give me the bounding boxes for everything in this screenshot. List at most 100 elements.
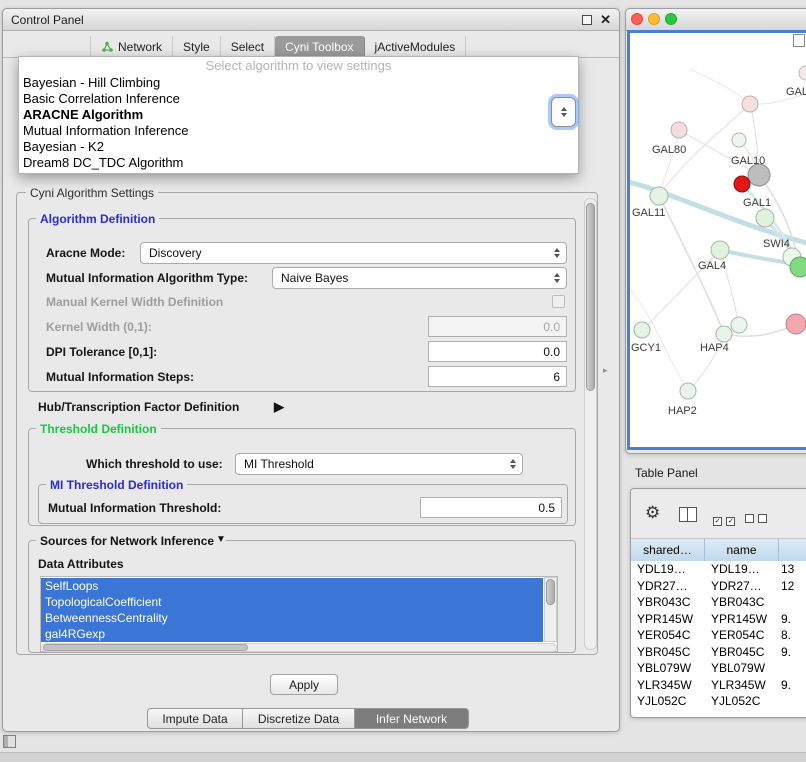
dropdown-item[interactable]: Dream8 DC_TDC Algorithm — [19, 155, 578, 171]
table-row[interactable]: YBR043CYBR043C — [631, 594, 806, 611]
node-label: GAL4 — [698, 260, 726, 272]
column-header-name[interactable]: name — [705, 539, 779, 561]
table-row[interactable]: YBL079WYBL079W — [631, 660, 806, 677]
data-attributes-label: Data Attributes — [38, 557, 124, 571]
table-body: YDL19…YDL19…13 YDR27…YDR27…12 YBR043CYBR… — [631, 561, 806, 717]
mi-steps-field[interactable] — [428, 366, 567, 387]
algorithm-dropdown-popup: Select algorithm to view settings Bayesi… — [18, 56, 579, 174]
network-canvas[interactable]: GAL80 GAL10 GAL11 GAL1 SWI4 GAL4 GCY1 HA… — [627, 30, 806, 450]
dropdown-item-selected[interactable]: ARACNE Algorithm — [19, 107, 578, 123]
hide-columns-icon[interactable] — [745, 510, 767, 528]
expand-panel-icon[interactable] — [3, 735, 16, 748]
tab-jactivemodules[interactable]: jActiveModules — [365, 36, 467, 58]
table-toolbar: ⚙ ✓ ✓ — [631, 489, 806, 539]
collapse-arrow-icon[interactable]: ▶ — [274, 399, 284, 415]
list-item[interactable]: BetweennessCentrality — [41, 610, 543, 626]
tab-select[interactable]: Select — [221, 36, 275, 58]
bottom-tab-discretize-data[interactable]: Discretize Data — [242, 708, 355, 729]
minimize-traffic-light[interactable] — [648, 13, 660, 25]
algorithm-definition-legend: Algorithm Definition — [36, 212, 159, 226]
close-traffic-light[interactable] — [631, 13, 643, 25]
tab-jactivemodules-label: jActiveModules — [375, 36, 456, 58]
network-node-hap4[interactable] — [716, 326, 732, 342]
table-row[interactable]: YDL19…YDL19…13 — [631, 561, 806, 578]
which-threshold-label: Which threshold to use: — [86, 457, 223, 471]
combo-arrows-icon — [554, 273, 560, 283]
dropdown-item[interactable]: Bayesian - Hill Climbing — [19, 75, 578, 91]
network-node-gal1[interactable] — [756, 209, 774, 227]
network-node[interactable] — [742, 96, 758, 112]
columns-icon[interactable] — [679, 507, 697, 522]
network-node-gal10[interactable] — [748, 164, 770, 186]
list-hscrollbar-thumb[interactable] — [43, 644, 248, 651]
aracne-mode-label: Aracne Mode: — [46, 246, 125, 260]
table-row[interactable]: YBR045CYBR045C9. — [631, 644, 806, 661]
dropdown-item[interactable]: Mutual Information Inference — [19, 123, 578, 139]
node-label: GCY1 — [631, 342, 661, 354]
sources-legend-toggle[interactable]: Sources for Network Inference — [36, 534, 218, 548]
table-row[interactable]: YDR27…YDR27…12 — [631, 578, 806, 595]
tab-network-label: Network — [118, 36, 162, 58]
show-checked-columns-icon[interactable]: ✓ ✓ — [713, 510, 735, 528]
bottom-tab-impute-data[interactable]: Impute Data — [147, 708, 243, 729]
threshold-definition-legend: Threshold Definition — [36, 422, 161, 436]
tab-style-label: Style — [183, 36, 210, 58]
dropdown-item[interactable]: Bayesian - K2 — [19, 139, 578, 155]
network-node-gal11[interactable] — [650, 187, 668, 205]
birdseye-view-toggle[interactable] — [793, 34, 805, 47]
tab-network[interactable]: Network — [90, 36, 173, 58]
hub-definition-toggle[interactable]: Hub/Transcription Factor Definition — [38, 400, 239, 414]
aracne-mode-combo[interactable]: Discovery — [140, 242, 567, 264]
table-row[interactable]: YJL052CYJL052C — [631, 693, 806, 710]
manual-kernel-label: Manual Kernel Width Definition — [46, 295, 223, 309]
network-node-hap2[interactable] — [680, 383, 696, 399]
list-scrollbar-thumb[interactable] — [546, 579, 555, 605]
dpi-tolerance-field[interactable] — [428, 341, 567, 362]
node-label: GAL11 — [632, 207, 665, 219]
algorithm-combo-stepper[interactable] — [551, 97, 576, 127]
zoom-traffic-light[interactable] — [665, 13, 677, 25]
column-header-clipped[interactable] — [779, 539, 806, 561]
apply-button[interactable]: Apply — [270, 674, 338, 695]
expand-arrow-icon[interactable]: ▼ — [216, 534, 226, 545]
list-item[interactable]: SelfLoops — [41, 578, 543, 594]
control-panel-titlebar[interactable]: Control Panel ✕ — [3, 9, 619, 31]
control-panel-tabbar: Network Style Select Cyni Toolbox jActiv… — [90, 36, 466, 58]
network-node[interactable] — [731, 317, 747, 333]
network-node[interactable] — [732, 133, 746, 147]
float-window-icon[interactable] — [582, 15, 592, 25]
network-node-gal80[interactable] — [671, 122, 687, 138]
list-item[interactable]: TopologicalCoefficient — [41, 594, 543, 610]
gear-icon[interactable]: ⚙ — [645, 504, 660, 521]
network-node-selected[interactable] — [734, 176, 750, 192]
tab-style[interactable]: Style — [173, 36, 221, 58]
aracne-mode-value: Discovery — [149, 243, 202, 263]
panel-splitter-handle[interactable]: ▸ — [603, 365, 608, 376]
manual-kernel-checkbox — [552, 295, 565, 308]
settings-scrollbar-thumb[interactable] — [586, 203, 595, 391]
network-node-gal4[interactable] — [711, 241, 729, 259]
node-label: SWI4 — [763, 238, 790, 250]
network-node[interactable] — [790, 257, 806, 277]
settings-legend: Cyni Algorithm Settings — [26, 186, 158, 200]
table-row[interactable]: YPR145WYPR145W9. — [631, 611, 806, 628]
table-panel-title: Table Panel — [635, 466, 698, 480]
node-label: HAP4 — [700, 342, 729, 354]
list-item[interactable]: gal4RGexp — [41, 626, 543, 642]
which-threshold-combo[interactable]: MI Threshold — [235, 453, 523, 475]
bottom-tab-infer-network[interactable]: Infer Network — [354, 708, 469, 729]
mi-type-combo[interactable]: Naive Bayes — [272, 267, 567, 289]
column-header-shared-name[interactable]: shared… — [631, 539, 705, 561]
tab-cyni-toolbox[interactable]: Cyni Toolbox — [275, 36, 364, 58]
network-node[interactable] — [786, 314, 806, 334]
close-icon[interactable]: ✕ — [600, 12, 611, 28]
table-row[interactable]: YLR345WYLR345W9. — [631, 677, 806, 694]
kernel-width-label: Kernel Width (0,1): — [46, 320, 152, 334]
network-node-gcy1[interactable] — [634, 322, 650, 338]
tab-cyni-toolbox-label: Cyni Toolbox — [285, 36, 353, 58]
network-node[interactable] — [799, 66, 806, 80]
mi-threshold-field[interactable] — [420, 497, 562, 518]
dropdown-item[interactable]: Basic Correlation Inference — [19, 91, 578, 107]
table-row[interactable]: YER054CYER054C8. — [631, 627, 806, 644]
stepper-arrows-icon — [561, 107, 567, 117]
